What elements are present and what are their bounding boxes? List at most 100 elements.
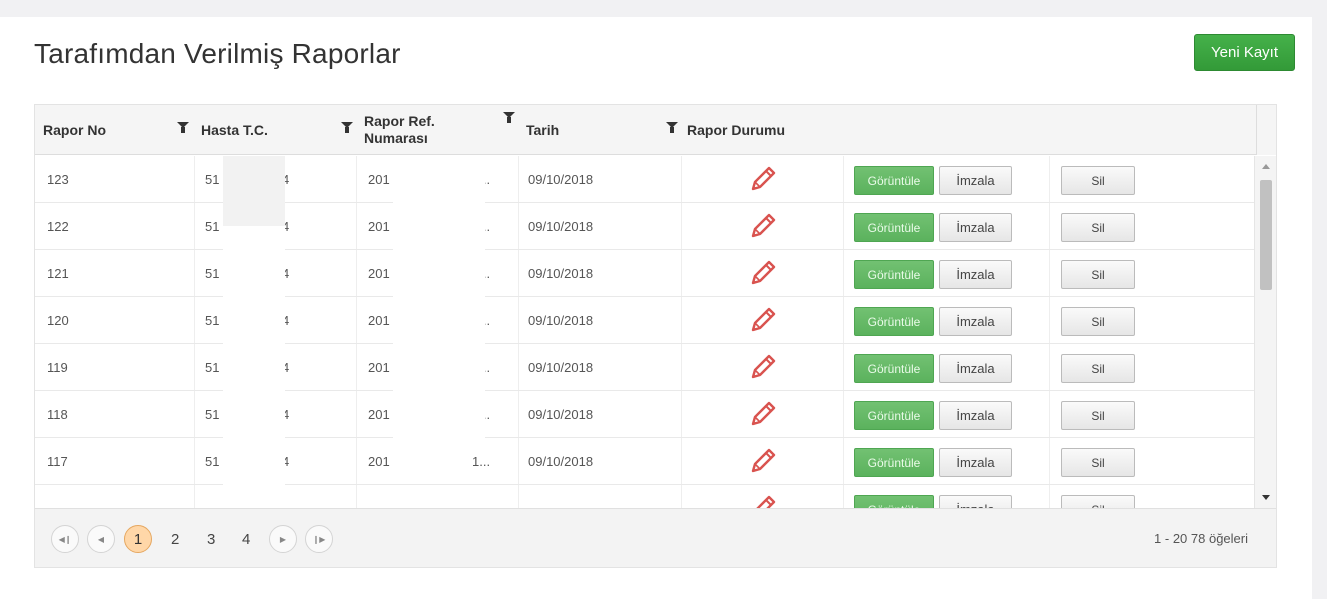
view-button[interactable]: Görüntüle [854, 260, 934, 289]
delete-button[interactable]: Sil [1061, 307, 1135, 336]
delete-button[interactable]: Sil [1061, 260, 1135, 289]
cell-rapor-no: 122 [35, 203, 195, 249]
delete-button[interactable]: Sil [1061, 213, 1135, 242]
header-hasta-tc[interactable]: Hasta T.C. [201, 105, 268, 155]
cell-actions: Görüntüle İmzala [844, 250, 1050, 296]
rapor-ref-prefix: 201 [368, 218, 390, 234]
cell-rapor-no [35, 485, 195, 508]
cell-delete: Sil [1050, 391, 1256, 437]
cell-delete: Sil [1050, 156, 1256, 202]
header-rapor-durumu[interactable]: Rapor Durumu [687, 105, 785, 155]
cell-actions: Görüntüle İmzala [844, 344, 1050, 390]
prev-page-icon[interactable]: ◀ [87, 525, 115, 553]
page-title: Tarafımdan Verilmiş Raporlar [34, 38, 401, 69]
cell-rapor-durumu [682, 438, 844, 484]
filter-icon[interactable] [177, 122, 189, 134]
cell-tarih [519, 485, 682, 508]
right-strip [1312, 0, 1327, 599]
sign-button[interactable]: İmzala [939, 213, 1012, 242]
delete-button[interactable]: Sil [1061, 495, 1135, 508]
cell-rapor-no: 121 [35, 250, 195, 296]
hasta-tc-prefix: 51 [205, 312, 220, 328]
view-button[interactable]: Görüntüle [854, 307, 934, 336]
delete-button[interactable]: Sil [1061, 354, 1135, 383]
page-2-button[interactable]: 2 [171, 531, 179, 548]
tarih-value: 09/10/2018 [528, 312, 594, 328]
sign-button[interactable]: İmzala [939, 354, 1012, 383]
cell-delete: Sil [1050, 344, 1256, 390]
filter-icon[interactable] [503, 112, 515, 124]
header-rapor-ref-line1: Rapor Ref. [364, 113, 435, 129]
pencil-icon[interactable] [748, 211, 778, 241]
pager-info: 1 - 20 78 öğeleri [1154, 531, 1248, 546]
cell-delete: Sil [1050, 438, 1256, 484]
hasta-tc-prefix: 51 [205, 218, 220, 234]
header-rapor-ref-line2: Numarası [364, 130, 428, 146]
first-page-icon[interactable]: ◀❙ [51, 525, 79, 553]
redaction-mask [223, 156, 285, 226]
header-rapor-no[interactable]: Rapor No [43, 105, 106, 155]
tarih-value: 09/10/2018 [528, 218, 594, 234]
pencil-icon[interactable] [748, 493, 778, 508]
header-tarih[interactable]: Tarih [526, 105, 559, 155]
sign-button[interactable]: İmzala [939, 307, 1012, 336]
header-rapor-durumu-label: Rapor Durumu [687, 122, 785, 138]
filter-icon[interactable] [341, 122, 353, 134]
sign-button[interactable]: İmzala [939, 260, 1012, 289]
page-1-button[interactable]: 1 [124, 525, 152, 553]
view-button[interactable]: Görüntüle [854, 213, 934, 242]
pencil-icon[interactable] [748, 352, 778, 382]
top-strip [0, 0, 1312, 17]
sign-button[interactable]: İmzala [939, 401, 1012, 430]
pencil-icon[interactable] [748, 399, 778, 429]
sign-button[interactable]: İmzala [939, 495, 1012, 508]
cell-delete: Sil [1050, 485, 1256, 508]
cell-delete: Sil [1050, 297, 1256, 343]
header-rapor-ref[interactable]: Rapor Ref. Numarası [364, 105, 435, 155]
last-page-icon[interactable]: ❙▶ [305, 525, 333, 553]
tarih-value: 09/10/2018 [528, 265, 594, 281]
rapor-ref-prefix: 201 [368, 406, 390, 422]
delete-button[interactable]: Sil [1061, 448, 1135, 477]
rapor-no-value: 121 [47, 265, 69, 281]
view-button[interactable]: Görüntüle [854, 401, 934, 430]
grid-body: 123 51 4 201 4... 09/10/2018 Görüntüle İ… [35, 156, 1256, 508]
cell-tarih: 09/10/2018 [519, 203, 682, 249]
delete-button[interactable]: Sil [1061, 166, 1135, 195]
page-4-button[interactable]: 4 [242, 531, 250, 548]
header-rapor-no-label: Rapor No [43, 122, 106, 138]
next-page-icon[interactable]: ▶ [269, 525, 297, 553]
page-3-button[interactable]: 3 [207, 531, 215, 548]
view-button[interactable]: Görüntüle [854, 354, 934, 383]
cell-rapor-no: 118 [35, 391, 195, 437]
scroll-up-icon[interactable] [1262, 164, 1270, 169]
pencil-icon[interactable] [748, 164, 778, 194]
sign-button[interactable]: İmzala [939, 448, 1012, 477]
delete-button[interactable]: Sil [1061, 401, 1135, 430]
tarih-value: 09/10/2018 [528, 453, 594, 469]
scroll-down-icon[interactable] [1262, 495, 1270, 500]
new-record-button[interactable]: Yeni Kayıt [1194, 34, 1295, 71]
pencil-icon[interactable] [748, 305, 778, 335]
cell-actions: Görüntüle İmzala [844, 391, 1050, 437]
header-hasta-tc-label: Hasta T.C. [201, 122, 268, 138]
vertical-scrollbar[interactable] [1254, 156, 1276, 508]
cell-rapor-durumu [682, 297, 844, 343]
pencil-icon[interactable] [748, 446, 778, 476]
cell-actions: Görüntüle İmzala [844, 485, 1050, 508]
cell-rapor-durumu [682, 203, 844, 249]
filter-icon[interactable] [666, 122, 678, 134]
view-button[interactable]: Görüntüle [854, 495, 934, 508]
cell-tarih: 09/10/2018 [519, 344, 682, 390]
cell-tarih: 09/10/2018 [519, 156, 682, 202]
hasta-tc-prefix: 51 [205, 359, 220, 375]
tarih-value: 09/10/2018 [528, 406, 594, 422]
view-button[interactable]: Görüntüle [854, 166, 934, 195]
view-button[interactable]: Görüntüle [854, 448, 934, 477]
pencil-icon[interactable] [748, 258, 778, 288]
tarih-value: 09/10/2018 [528, 171, 594, 187]
rapor-ref-prefix: 201 [368, 171, 390, 187]
scroll-thumb[interactable] [1260, 180, 1272, 290]
cell-rapor-durumu [682, 156, 844, 202]
sign-button[interactable]: İmzala [939, 166, 1012, 195]
